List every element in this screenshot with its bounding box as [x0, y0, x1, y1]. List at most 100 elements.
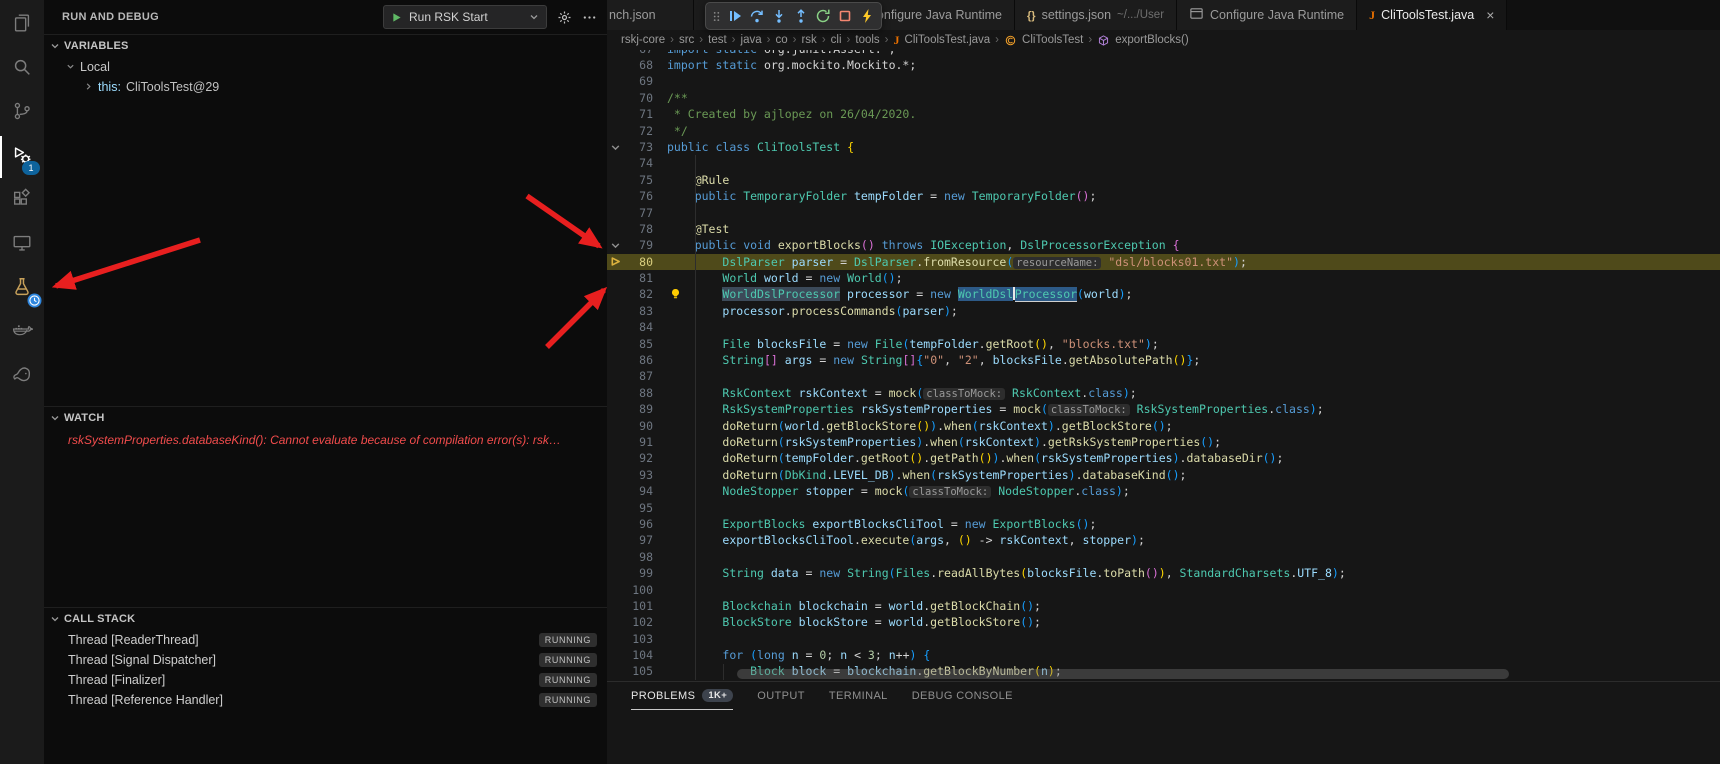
code-line-71[interactable]: 71 * Created by ajlopez on 26/04/2020. — [607, 106, 1720, 122]
variables-section-header[interactable]: VARIABLES — [44, 35, 607, 57]
breadcrumb-symbol[interactable]: exportBlocks() — [1115, 34, 1189, 46]
code-line-82[interactable]: 82 WorldDslProcessor processor = new Wor… — [607, 286, 1720, 302]
activity-test-flask-button[interactable] — [0, 268, 44, 310]
panel-tab-debug-console[interactable]: DEBUG CONSOLE — [912, 682, 1013, 710]
toolbar-drag-handle[interactable] — [710, 9, 723, 24]
breadcrumb-item[interactable]: co — [775, 34, 787, 46]
code-line-98[interactable]: 98 — [607, 549, 1720, 565]
call-stack-thread-row[interactable]: Thread [Signal Dispatcher]RUNNING — [44, 650, 607, 670]
breadcrumb-item[interactable]: tools — [855, 34, 879, 46]
watch-section-header[interactable]: WATCH — [44, 407, 607, 429]
hot-code-replace-button[interactable] — [856, 5, 877, 27]
code-line-100[interactable]: 100 — [607, 582, 1720, 598]
code-line-88[interactable]: 88 RskContext rskContext = mock(classToM… — [607, 385, 1720, 401]
code-line-77[interactable]: 77 — [607, 205, 1720, 221]
thread-state-badge: RUNNING — [539, 633, 597, 647]
code-line-87[interactable]: 87 — [607, 368, 1720, 384]
activity-source-control-button[interactable] — [0, 92, 44, 134]
code-line-79[interactable]: 79 public void exportBlocks() throws IOE… — [607, 237, 1720, 253]
activity-gradle-button[interactable] — [0, 356, 44, 398]
watch-expression-row[interactable]: rskSystemProperties.databaseKind(): Cann… — [44, 429, 607, 447]
restart-button[interactable] — [812, 5, 833, 27]
continue-button[interactable] — [724, 5, 745, 27]
code-line-69[interactable]: 69 — [607, 73, 1720, 89]
code-line-95[interactable]: 95 — [607, 500, 1720, 516]
code-line-92[interactable]: 92 doReturn(tempFolder.getRoot().getPath… — [607, 450, 1720, 466]
breadcrumb-item[interactable]: java — [741, 34, 762, 46]
tab-settings-json[interactable]: {}settings.json~/.../User — [1015, 0, 1177, 30]
call-stack-section-header[interactable]: CALL STACK — [44, 608, 607, 630]
code-line-99[interactable]: 99 String data = new String(Files.readAl… — [607, 565, 1720, 581]
chevron-right-icon — [84, 80, 93, 94]
breadcrumb-item[interactable]: rsk — [801, 34, 816, 46]
code-line-85[interactable]: 85 File blocksFile = new File(tempFolder… — [607, 336, 1720, 352]
breadcrumb-item[interactable]: src — [679, 34, 694, 46]
panel-tab-terminal[interactable]: TERMINAL — [829, 682, 888, 710]
scope-local-row[interactable]: Local — [44, 57, 607, 77]
fold-chevron-icon[interactable] — [607, 237, 623, 253]
breadcrumb-item[interactable]: rskj-core — [621, 34, 665, 46]
code-line-94[interactable]: 94 NodeStopper stopper = mock(classToMoc… — [607, 483, 1720, 499]
start-debug-icon[interactable] — [391, 12, 402, 23]
activity-run-debug-button[interactable]: 1 — [0, 136, 44, 178]
variable-this-row[interactable]: this: CliToolsTest@29 — [44, 77, 607, 97]
code-line-75[interactable]: 75 @Rule — [607, 172, 1720, 188]
step-out-button[interactable] — [790, 5, 811, 27]
call-stack-thread-row[interactable]: Thread [ReaderThread]RUNNING — [44, 630, 607, 650]
code-line-91[interactable]: 91 doReturn(rskSystemProperties).when(rs… — [607, 434, 1720, 450]
gear-icon[interactable] — [557, 10, 572, 25]
code-line-86[interactable]: 86 String[] args = new String[]{"0", "2"… — [607, 352, 1720, 368]
activity-search-button[interactable] — [0, 48, 44, 90]
line-number: 94 — [623, 483, 653, 499]
step-over-button[interactable] — [746, 5, 767, 27]
code-editor[interactable]: 67import static org.junit.Assert.*;68imp… — [607, 50, 1720, 681]
code-line-80[interactable]: 80 DslParser parser = DslParser.fromReso… — [607, 254, 1720, 270]
breadcrumb-item[interactable]: test — [708, 34, 727, 46]
code-line-67[interactable]: 67import static org.junit.Assert.*; — [607, 50, 1720, 57]
code-line-74[interactable]: 74 — [607, 155, 1720, 171]
code-line-70[interactable]: 70/** — [607, 90, 1720, 106]
code-line-93[interactable]: 93 doReturn(DbKind.LEVEL_DB).when(rskSys… — [607, 467, 1720, 483]
code-line-68[interactable]: 68import static org.mockito.Mockito.*; — [607, 57, 1720, 73]
line-number: 99 — [623, 565, 653, 581]
panel-tab-output[interactable]: OUTPUT — [757, 682, 805, 710]
code-line-83[interactable]: 83 processor.processCommands(parser); — [607, 303, 1720, 319]
code-line-103[interactable]: 103 — [607, 631, 1720, 647]
code-line-72[interactable]: 72 */ — [607, 123, 1720, 139]
line-number: 81 — [623, 270, 653, 286]
breadcrumb-item[interactable]: cli — [831, 34, 842, 46]
activity-extensions-button[interactable] — [0, 180, 44, 222]
horizontal-scrollbar[interactable] — [737, 669, 1509, 679]
breadcrumb-file[interactable]: CliToolsTest.java — [905, 34, 991, 46]
breadcrumb-symbol[interactable]: CliToolsTest — [1022, 34, 1083, 46]
breadcrumb-separator: › — [793, 34, 797, 46]
code-line-104[interactable]: 104 for (long n = 0; n < 3; n++) { — [607, 647, 1720, 663]
code-line-102[interactable]: 102 BlockStore blockStore = world.getBlo… — [607, 614, 1720, 630]
fold-chevron-icon[interactable] — [607, 139, 623, 155]
code-line-73[interactable]: 73public class CliToolsTest { — [607, 139, 1720, 155]
lightbulb-icon[interactable] — [669, 287, 682, 301]
call-stack-thread-row[interactable]: Thread [Finalizer]RUNNING — [44, 670, 607, 690]
activity-explorer-button[interactable] — [0, 4, 44, 46]
code-line-97[interactable]: 97 exportBlocksCliTool.execute(args, () … — [607, 532, 1720, 548]
more-actions-icon[interactable] — [582, 10, 597, 25]
launch-config-dropdown[interactable]: Run RSK Start — [383, 5, 547, 29]
activity-remote-explorer-button[interactable] — [0, 224, 44, 266]
code-line-76[interactable]: 76 public TemporaryFolder tempFolder = n… — [607, 188, 1720, 204]
close-icon[interactable]: × — [1486, 8, 1494, 22]
code-line-101[interactable]: 101 Blockchain blockchain = world.getBlo… — [607, 598, 1720, 614]
step-into-button[interactable] — [768, 5, 789, 27]
tab-clitoolstest-java[interactable]: JCliToolsTest.java× — [1357, 0, 1507, 30]
tab-nch-json[interactable]: nch.json — [607, 0, 694, 30]
activity-docker-button[interactable] — [0, 312, 44, 354]
code-line-90[interactable]: 90 doReturn(world.getBlockStore()).when(… — [607, 418, 1720, 434]
tab-configure-java-runtime[interactable]: Configure Java Runtime — [1177, 0, 1357, 30]
panel-tab-problems[interactable]: PROBLEMS1K+ — [631, 682, 733, 710]
code-line-96[interactable]: 96 ExportBlocks exportBlocksCliTool = ne… — [607, 516, 1720, 532]
code-line-84[interactable]: 84 — [607, 319, 1720, 335]
code-line-81[interactable]: 81 World world = new World(); — [607, 270, 1720, 286]
stop-button[interactable] — [834, 5, 855, 27]
code-line-89[interactable]: 89 RskSystemProperties rskSystemProperti… — [607, 401, 1720, 417]
code-line-78[interactable]: 78 @Test — [607, 221, 1720, 237]
call-stack-thread-row[interactable]: Thread [Reference Handler]RUNNING — [44, 690, 607, 710]
